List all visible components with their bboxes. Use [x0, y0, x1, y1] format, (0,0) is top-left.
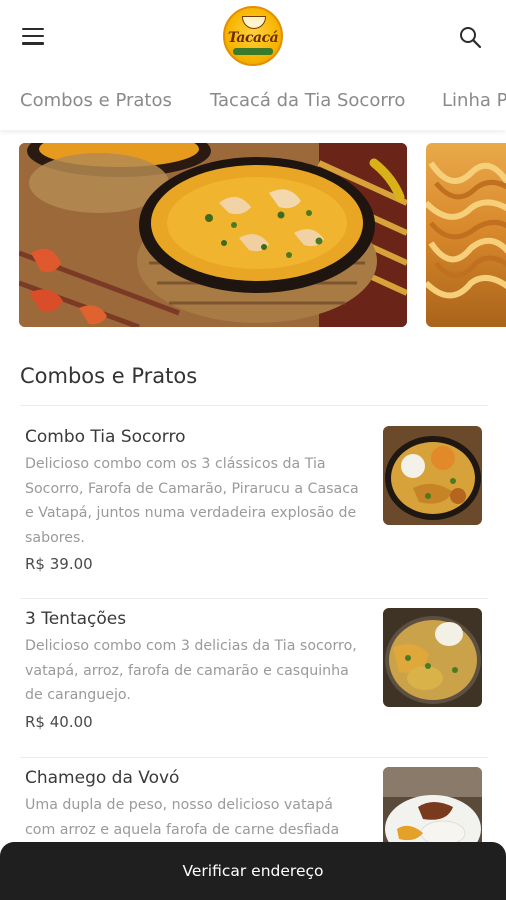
divider: [20, 598, 488, 599]
product-price: R$ 39.00: [25, 555, 93, 573]
tab-tacaca-da-tia-socorro[interactable]: Tacacá da Tia Socorro: [210, 90, 405, 111]
product-image: [383, 608, 482, 707]
divider: [20, 757, 488, 758]
product-item[interactable]: Combo Tia Socorro Delicioso combo com os…: [0, 420, 506, 595]
tab-combos-e-pratos[interactable]: Combos e Pratos: [20, 90, 172, 111]
product-item[interactable]: 3 Tentações Delicioso combo com 3 delici…: [0, 602, 506, 754]
product-name: Chamego da Vovó: [25, 768, 180, 788]
section-title: Combos e Pratos: [20, 364, 198, 388]
search-icon[interactable]: [458, 25, 482, 49]
verify-address-button[interactable]: Verificar endereço: [0, 842, 506, 900]
logo-text: Tacacá: [227, 30, 279, 46]
product-description: Uma dupla de peso, nosso delicioso vatap…: [25, 797, 340, 838]
product-item[interactable]: Chamego da Vovó Uma dupla de peso, nosso…: [0, 761, 506, 866]
category-tabs: Combos e Pratos Tacacá da Tia Socorro Li…: [0, 76, 506, 130]
restaurant-logo: Tacacá: [223, 6, 283, 66]
product-price: R$ 40.00: [25, 713, 93, 731]
tab-linha[interactable]: Linha P: [442, 90, 506, 111]
banner-illustration: [19, 143, 407, 327]
banner-carousel: [0, 143, 506, 327]
product-name: 3 Tentações: [25, 609, 127, 629]
logo-band: [233, 48, 273, 55]
banner-illustration-2: [426, 161, 506, 299]
banner-food-image-2[interactable]: [426, 143, 506, 327]
verify-address-label: Verificar endereço: [182, 862, 324, 880]
product-image: [383, 426, 482, 525]
banner-food-image[interactable]: [19, 143, 407, 327]
product-description: Delicioso combo com os 3 clássicos da Ti…: [25, 456, 359, 546]
product-description: Delicioso combo com 3 delicias da Tia so…: [25, 638, 357, 703]
product-name: Combo Tia Socorro: [25, 427, 186, 447]
divider: [20, 405, 488, 406]
top-bar: Tacacá: [0, 0, 506, 76]
hamburger-menu-icon[interactable]: [22, 28, 46, 46]
bowl-icon: [242, 16, 266, 29]
